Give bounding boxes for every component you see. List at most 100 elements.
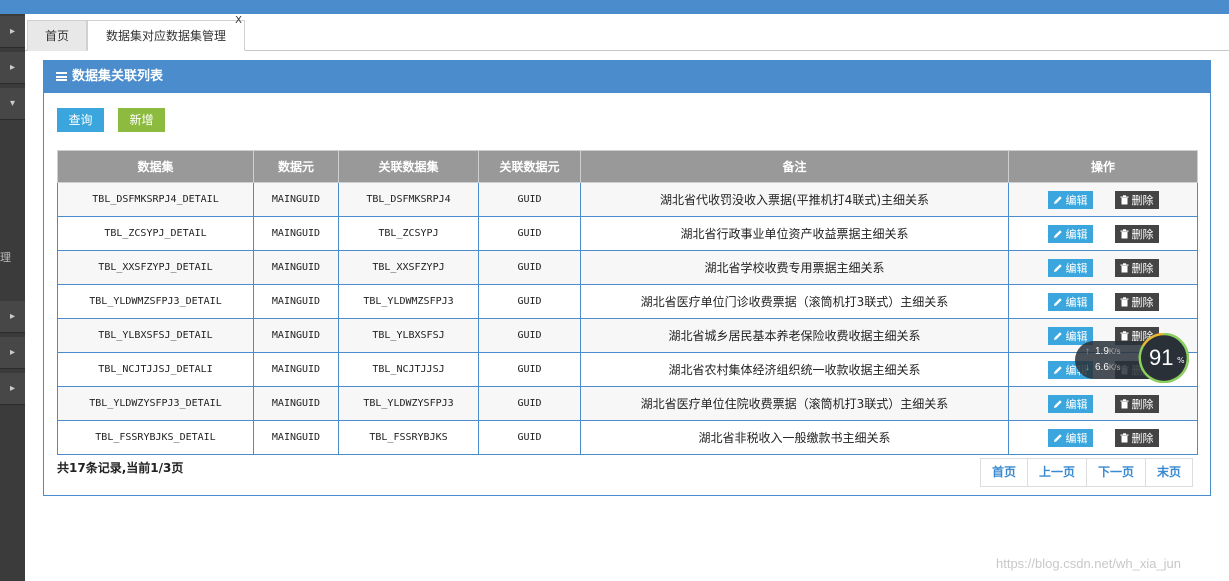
edit-button[interactable]: 编辑 — [1047, 258, 1093, 277]
edit-button[interactable]: 编辑 — [1047, 394, 1093, 413]
cell-remark: 湖北省农村集体经济组织统一收款收据主细关系 — [580, 352, 1009, 387]
trash-icon — [1120, 398, 1128, 408]
column-header-actions[interactable]: 操作 — [1008, 150, 1198, 183]
top-bar — [0, 0, 1229, 14]
column-header-related-dataset[interactable]: 关联数据集 — [338, 150, 479, 183]
delete-button-label: 删除 — [1131, 193, 1154, 207]
delete-button[interactable]: 删除 — [1114, 258, 1159, 277]
pencil-icon — [1053, 399, 1062, 408]
cell-related-dataset: TBL_ZCSYPJ — [338, 216, 479, 251]
cell-related-dataset: TBL_XXSFZYPJ — [338, 250, 479, 285]
download-arrow-icon: ↓ — [1085, 362, 1090, 373]
cell-remark: 湖北省医疗单位住院收费票据（滚筒机打3联式）主细关系 — [580, 386, 1009, 421]
download-speed: ↓ 6.6K/s — [1085, 362, 1120, 373]
sidebar-expand-4[interactable]: ▸ — [0, 301, 25, 333]
pencil-icon — [1053, 263, 1062, 272]
network-speed-widget[interactable]: ↑ 1.9K/s ↓ 6.6K/s 91 % — [1075, 332, 1193, 384]
cell-remark: 湖北省医疗单位门诊收费票据（滚筒机打3联式）主细关系 — [580, 284, 1009, 319]
edit-button[interactable]: 编辑 — [1047, 428, 1093, 447]
cell-actions: 编辑 删除 — [1008, 420, 1198, 455]
cell-element: MAINGUID — [253, 216, 339, 251]
trash-icon — [1120, 296, 1128, 306]
speed-percent-ring: 91 % — [1135, 332, 1193, 384]
sidebar-collapse-3[interactable]: ▾ — [0, 88, 25, 120]
cell-dataset: TBL_XXSFZYPJ_DETAIL — [57, 250, 254, 285]
delete-button[interactable]: 删除 — [1114, 428, 1159, 447]
edit-button-label: 编辑 — [1065, 431, 1088, 445]
pager-last[interactable]: 末页 — [1145, 459, 1193, 486]
pager-prev[interactable]: 上一页 — [1027, 459, 1087, 486]
sidebar-expand-1[interactable]: ▸ — [0, 16, 25, 48]
pencil-icon — [1053, 229, 1062, 238]
pencil-icon — [1053, 365, 1062, 374]
cell-related-element: GUID — [478, 250, 581, 285]
cell-actions: 编辑 删除 — [1008, 216, 1198, 251]
pencil-icon — [1053, 195, 1062, 204]
watermark: https://blog.csdn.net/wh_xia_jun — [996, 556, 1182, 571]
row-actions: 编辑 删除 — [1009, 292, 1197, 311]
edit-button[interactable]: 编辑 — [1047, 190, 1093, 209]
column-header-dataset[interactable]: 数据集 — [57, 150, 254, 183]
sidebar-fragment-text: 理 — [0, 251, 11, 264]
upload-speed-unit: K/s — [1108, 347, 1121, 356]
delete-button[interactable]: 删除 — [1114, 292, 1159, 311]
upload-arrow-icon: ↑ — [1085, 346, 1090, 357]
cell-related-dataset: TBL_FSSRYBJKS — [338, 420, 479, 455]
edit-button[interactable]: 编辑 — [1047, 292, 1093, 311]
cell-actions: 编辑 删除 — [1008, 284, 1198, 319]
pagination: 首页 上一页 下一页 末页 — [980, 458, 1194, 487]
sidebar-expand-2[interactable]: ▸ — [0, 52, 25, 84]
delete-button[interactable]: 删除 — [1114, 394, 1159, 413]
table-row[interactable]: TBL_DSFMKSRPJ4_DETAIL MAINGUID TBL_DSFMKSR… — [57, 182, 1198, 217]
pencil-icon — [1053, 297, 1062, 306]
cell-related-element: GUID — [478, 420, 581, 455]
pager-next[interactable]: 下一页 — [1086, 459, 1146, 486]
column-header-element[interactable]: 数据元 — [253, 150, 339, 183]
edit-button-label: 编辑 — [1065, 397, 1088, 411]
cell-dataset: TBL_YLBXSFSJ_DETAIL — [57, 318, 254, 353]
sidebar: ▸ ▸ ▾ 理 ▸ ▸ ▸ — [0, 14, 25, 581]
query-button[interactable]: 查询 — [57, 108, 104, 132]
delete-button-label: 删除 — [1131, 261, 1154, 275]
table-row[interactable]: TBL_XXSFZYPJ_DETAIL MAINGUID TBL_XXSFZYPJ G… — [57, 250, 1198, 285]
table-row[interactable]: TBL_FSSRYBJKS_DETAIL MAINGUID TBL_FSSRYBJK… — [57, 420, 1198, 455]
relation-table: 数据集 数据元 关联数据集 关联数据元 备注 操作 TBL_DSFMKSRPJ4… — [57, 150, 1198, 455]
edit-button[interactable]: 编辑 — [1047, 224, 1093, 243]
delete-button[interactable]: 删除 — [1114, 224, 1159, 243]
edit-button-label: 编辑 — [1065, 295, 1088, 309]
pencil-icon — [1053, 331, 1062, 340]
cell-remark: 湖北省非税收入一般缴款书主细关系 — [580, 420, 1009, 455]
column-header-related-element[interactable]: 关联数据元 — [478, 150, 581, 183]
row-actions: 编辑 删除 — [1009, 428, 1197, 447]
add-button[interactable]: 新增 — [118, 108, 165, 132]
delete-button[interactable]: 删除 — [1114, 190, 1159, 209]
cell-related-dataset: TBL_DSFMKSRPJ4 — [338, 182, 479, 217]
cell-remark: 湖北省学校收费专用票据主细关系 — [580, 250, 1009, 285]
sidebar-expand-5[interactable]: ▸ — [0, 337, 25, 369]
column-header-remark[interactable]: 备注 — [580, 150, 1009, 183]
table-row[interactable]: TBL_YLDWZYSFPJ3_DETAIL MAINGUID TBL_YLDWZY… — [57, 386, 1198, 421]
tab-home[interactable]: 首页 — [27, 20, 87, 51]
cell-element: MAINGUID — [253, 284, 339, 319]
cell-actions: 编辑 删除 — [1008, 250, 1198, 285]
delete-button-label: 删除 — [1131, 295, 1154, 309]
cell-element: MAINGUID — [253, 352, 339, 387]
cell-element: MAINGUID — [253, 318, 339, 353]
table-row[interactable]: TBL_YLDWMZSFPJ3_DETAIL MAINGUID TBL_YLDWMZ… — [57, 284, 1198, 319]
table-row[interactable]: TBL_YLBXSFSJ_DETAIL MAINGUID TBL_YLBXSFSJ G… — [57, 318, 1198, 353]
cell-actions: 编辑 删除 — [1008, 386, 1198, 421]
cell-element: MAINGUID — [253, 386, 339, 421]
tab-close-icon[interactable]: X — [235, 15, 242, 27]
speed-percent-sign: % — [1177, 356, 1185, 365]
cell-remark: 湖北省代收罚没收入票据(平推机打4联式)主细关系 — [580, 182, 1009, 217]
table-row[interactable]: TBL_NCJTJJSJ_DETALI MAINGUID TBL_NCJTJJSJ G… — [57, 352, 1198, 387]
sidebar-expand-6[interactable]: ▸ — [0, 373, 25, 405]
list-icon — [56, 72, 67, 81]
trash-icon — [1120, 194, 1128, 204]
pager-first[interactable]: 首页 — [981, 459, 1028, 486]
table-row[interactable]: TBL_ZCSYPJ_DETAIL MAINGUID TBL_ZCSYPJ GUID 湖… — [57, 216, 1198, 251]
record-summary: 共17条记录,当前1/3页 — [57, 461, 184, 475]
cell-related-element: GUID — [478, 352, 581, 387]
edit-button-label: 编辑 — [1065, 227, 1088, 241]
tab-dataset-management[interactable]: 数据集对应数据集管理 X — [87, 15, 245, 51]
